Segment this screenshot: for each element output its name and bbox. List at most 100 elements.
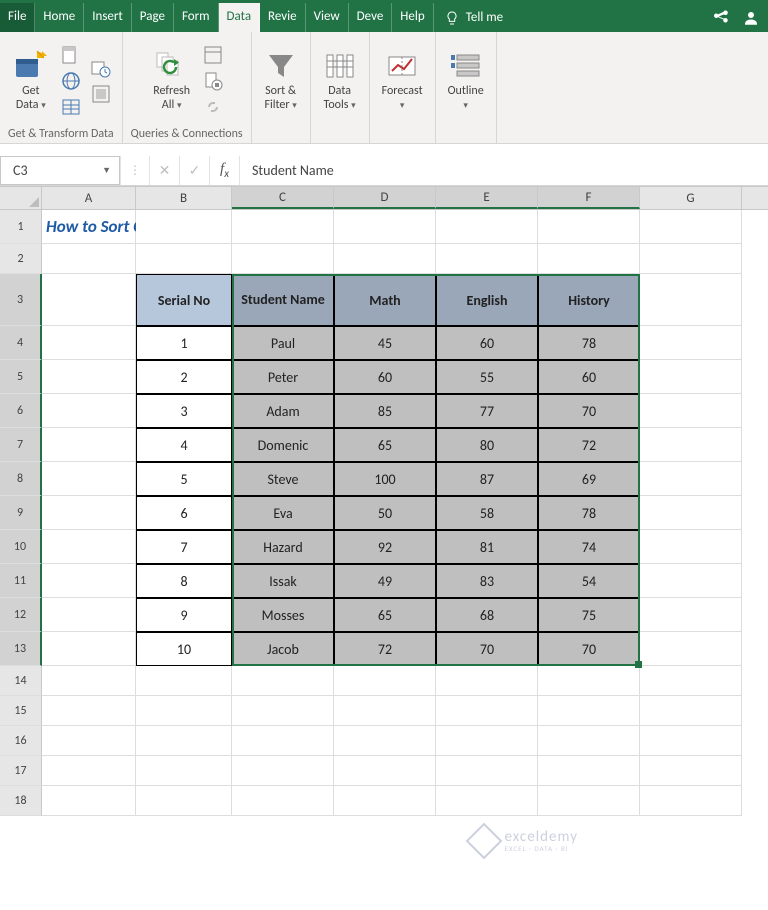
score-cell[interactable]: 75: [538, 598, 640, 632]
score-cell[interactable]: 54: [538, 564, 640, 598]
score-cell[interactable]: 70: [436, 632, 538, 666]
name-cell[interactable]: Peter: [232, 360, 334, 394]
name-cell[interactable]: Eva: [232, 496, 334, 530]
name-cell[interactable]: Adam: [232, 394, 334, 428]
cell[interactable]: [334, 726, 436, 756]
name-cell[interactable]: Jacob: [232, 632, 334, 666]
table-header[interactable]: Student Name: [232, 274, 334, 326]
cell[interactable]: [640, 786, 742, 816]
score-cell[interactable]: 70: [538, 394, 640, 428]
cell[interactable]: [640, 360, 742, 394]
cell[interactable]: [640, 428, 742, 462]
row-header-5[interactable]: 5: [0, 360, 42, 394]
row-header-18[interactable]: 18: [0, 786, 42, 816]
cell[interactable]: [334, 244, 436, 274]
row-header-9[interactable]: 9: [0, 496, 42, 530]
score-cell[interactable]: 78: [538, 496, 640, 530]
cell[interactable]: [232, 210, 334, 244]
cell[interactable]: [640, 564, 742, 598]
cell[interactable]: [42, 666, 136, 696]
cell[interactable]: [42, 360, 136, 394]
cell[interactable]: [538, 244, 640, 274]
row-header-17[interactable]: 17: [0, 756, 42, 786]
cell[interactable]: [42, 244, 136, 274]
share-icon[interactable]: [712, 9, 730, 27]
cell[interactable]: [42, 394, 136, 428]
cell[interactable]: [42, 326, 136, 360]
cell[interactable]: [42, 428, 136, 462]
cell[interactable]: [136, 696, 232, 726]
tab-page-layout[interactable]: Page: [132, 3, 174, 32]
score-cell[interactable]: 72: [538, 428, 640, 462]
score-cell[interactable]: 60: [436, 326, 538, 360]
cell[interactable]: [136, 210, 232, 244]
cell[interactable]: [538, 756, 640, 786]
cell[interactable]: [42, 786, 136, 816]
tab-formulas[interactable]: Form: [174, 3, 219, 32]
tab-insert[interactable]: Insert: [84, 3, 132, 32]
cell[interactable]: [232, 786, 334, 816]
col-header-C[interactable]: C: [232, 187, 334, 209]
name-cell[interactable]: Issak: [232, 564, 334, 598]
cell[interactable]: [42, 496, 136, 530]
cell[interactable]: [538, 786, 640, 816]
cell[interactable]: [232, 244, 334, 274]
score-cell[interactable]: 45: [334, 326, 436, 360]
cell[interactable]: [436, 756, 538, 786]
cell[interactable]: [334, 756, 436, 786]
cell[interactable]: [640, 530, 742, 564]
cell[interactable]: [640, 274, 742, 326]
tab-review[interactable]: Revie: [260, 3, 306, 32]
cell[interactable]: [334, 696, 436, 726]
cell[interactable]: [640, 726, 742, 756]
row-header-12[interactable]: 12: [0, 598, 42, 632]
cell[interactable]: [538, 696, 640, 726]
score-cell[interactable]: 77: [436, 394, 538, 428]
serial-cell[interactable]: 6: [136, 496, 232, 530]
table-header[interactable]: Math: [334, 274, 436, 326]
row-header-13[interactable]: 13: [0, 632, 42, 666]
row-header-16[interactable]: 16: [0, 726, 42, 756]
score-cell[interactable]: 72: [334, 632, 436, 666]
cell[interactable]: [436, 786, 538, 816]
serial-cell[interactable]: 3: [136, 394, 232, 428]
cancel-formula-button[interactable]: ✕: [150, 156, 180, 185]
name-cell[interactable]: Mosses: [232, 598, 334, 632]
score-cell[interactable]: 55: [436, 360, 538, 394]
enter-formula-button[interactable]: ✓: [180, 156, 210, 185]
row-header-4[interactable]: 4: [0, 326, 42, 360]
tab-file[interactable]: File: [0, 3, 35, 32]
name-box[interactable]: C3 ▼: [0, 156, 120, 185]
cell[interactable]: [538, 210, 640, 244]
cell[interactable]: [640, 326, 742, 360]
score-cell[interactable]: 69: [538, 462, 640, 496]
cell[interactable]: [42, 274, 136, 326]
row-header-7[interactable]: 7: [0, 428, 42, 462]
table-header[interactable]: History: [538, 274, 640, 326]
properties-button[interactable]: [202, 70, 224, 92]
insert-function-button[interactable]: fx: [210, 156, 240, 185]
cell[interactable]: [136, 786, 232, 816]
table-header[interactable]: Serial No: [136, 274, 232, 326]
col-header-A[interactable]: A: [42, 187, 136, 209]
row-header-14[interactable]: 14: [0, 666, 42, 696]
col-header-E[interactable]: E: [436, 187, 538, 209]
score-cell[interactable]: 65: [334, 598, 436, 632]
data-tools-button[interactable]: Data Tools ▾: [319, 45, 361, 117]
serial-cell[interactable]: 4: [136, 428, 232, 462]
serial-cell[interactable]: 1: [136, 326, 232, 360]
serial-cell[interactable]: 8: [136, 564, 232, 598]
cell[interactable]: [42, 598, 136, 632]
name-cell[interactable]: Domenic: [232, 428, 334, 462]
col-header-D[interactable]: D: [334, 187, 436, 209]
row-header-6[interactable]: 6: [0, 394, 42, 428]
col-header-G[interactable]: G: [640, 187, 742, 209]
cell[interactable]: [640, 210, 742, 244]
select-all-button[interactable]: [0, 187, 42, 209]
existing-connections-button[interactable]: [90, 83, 112, 105]
tab-data[interactable]: Data: [219, 3, 261, 32]
serial-cell[interactable]: 5: [136, 462, 232, 496]
cell[interactable]: [640, 394, 742, 428]
tell-me-search[interactable]: Tell me: [434, 3, 513, 32]
from-text-csv-button[interactable]: [60, 44, 82, 66]
